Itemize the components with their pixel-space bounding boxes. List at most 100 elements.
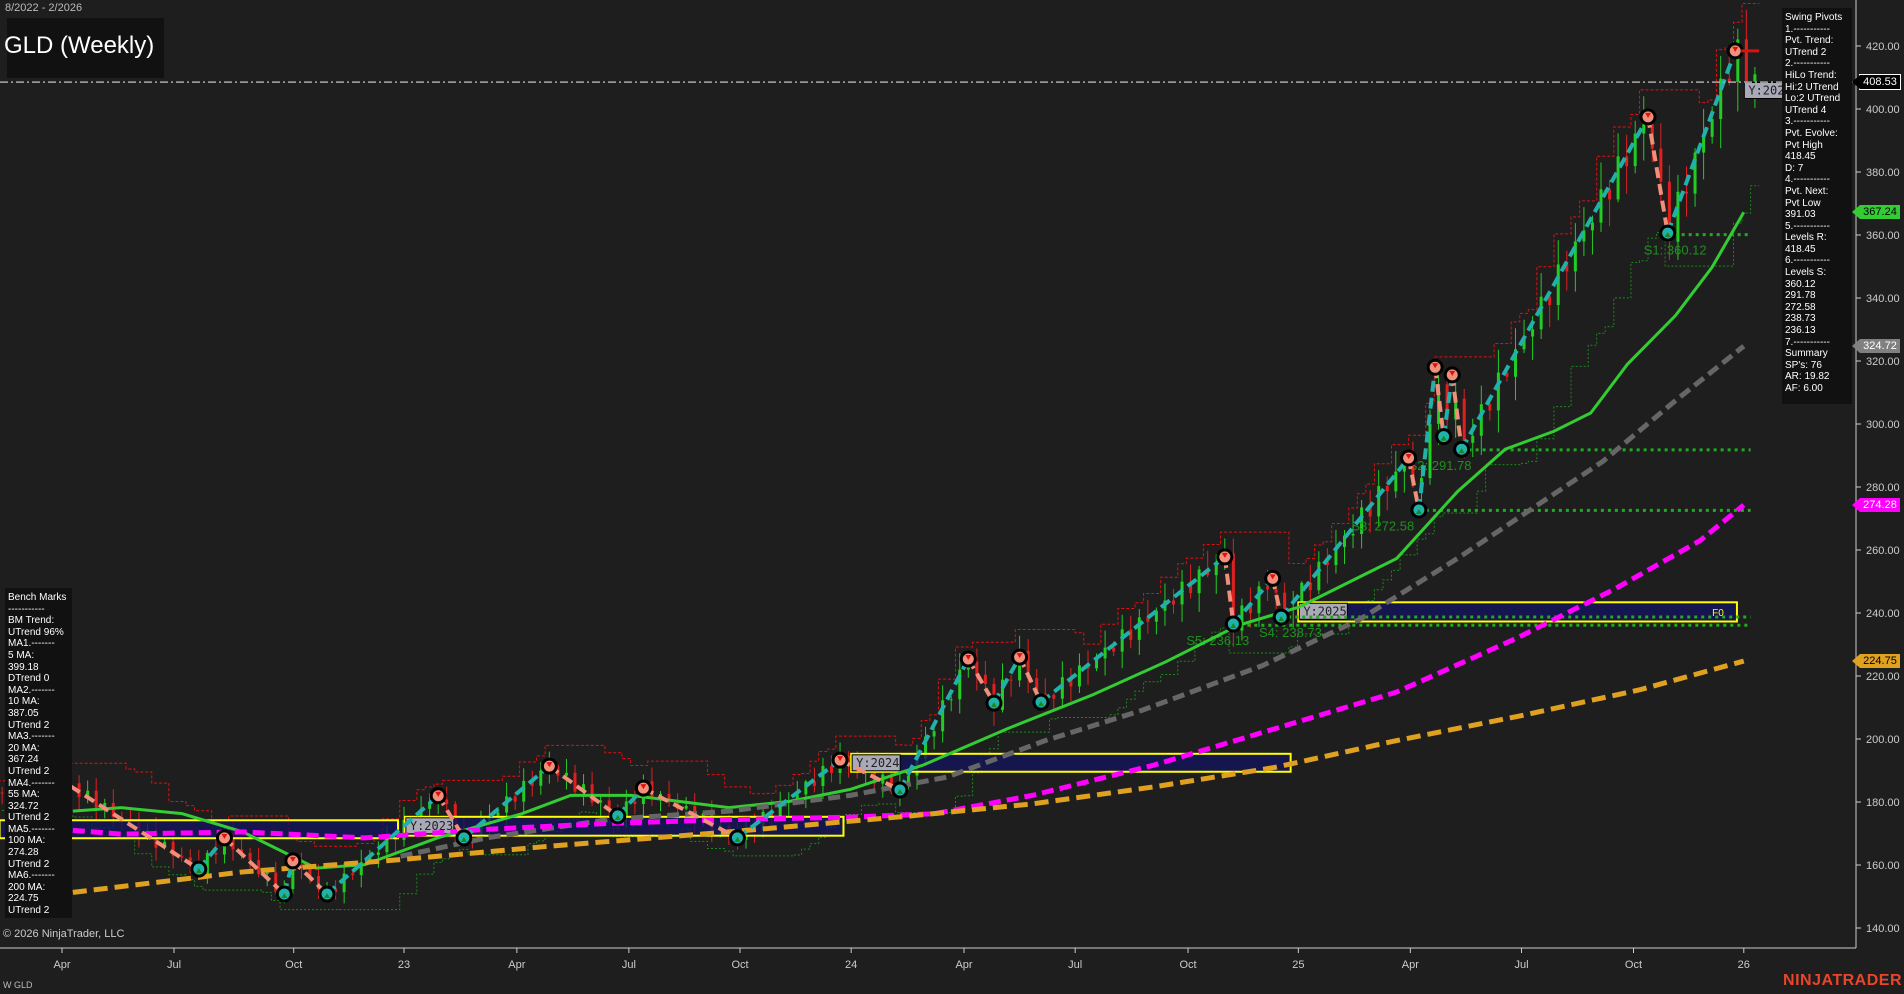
price-tick-label: 140.00 <box>1866 923 1900 935</box>
candle-body <box>1573 241 1577 272</box>
candle-body <box>265 872 269 874</box>
time-tick-label: Apr <box>508 959 525 971</box>
price-chart[interactable]: Y:2023Y:2024Y:2025Y:2026F0S1: 360.12S2: … <box>0 0 1904 994</box>
candle-body <box>248 852 252 861</box>
swing-down-leg <box>548 764 619 818</box>
panel-line: Pvt Low <box>1785 197 1821 209</box>
year-label: Y:2023 <box>410 819 453 833</box>
panel-line: UTrend 4 <box>1785 104 1827 116</box>
candle-body <box>1753 74 1757 82</box>
panel-line: 399.18 <box>8 661 39 673</box>
panel-line: 100 MA: <box>8 835 46 847</box>
panel-line: 6.----------- <box>1785 255 1830 267</box>
price-tick-label: 240.00 <box>1866 608 1900 620</box>
candle-body <box>1471 435 1475 443</box>
panel-line: 418.45 <box>1785 243 1816 255</box>
price-tag: 224.75 <box>1852 654 1900 669</box>
candle-body <box>1385 485 1389 492</box>
candle-body <box>522 780 526 802</box>
candle-body <box>1377 485 1381 517</box>
candle-body <box>1137 617 1141 640</box>
price-tick-label: 420.00 <box>1866 41 1900 53</box>
panel-line: 55 MA: <box>8 789 40 801</box>
time-tick-label: Apr <box>955 959 972 971</box>
candle-body <box>1744 39 1748 82</box>
time-tick-label: Jul <box>1068 959 1082 971</box>
candle-body <box>1052 694 1056 699</box>
swing-up-leg <box>1416 367 1438 511</box>
candle-body <box>539 770 543 786</box>
time-tick-label: Oct <box>1625 959 1642 971</box>
panel-line: UTrend 2 <box>8 765 50 777</box>
time-tick-label: Apr <box>1402 959 1419 971</box>
candle-body <box>1488 404 1492 411</box>
candle-body <box>180 855 184 858</box>
candle-body <box>983 674 987 684</box>
panel-line: Summary <box>1785 348 1828 360</box>
panel-line: 291.78 <box>1785 290 1816 302</box>
candle-body <box>376 852 380 856</box>
candle-body <box>94 790 98 810</box>
candle-body <box>1462 398 1466 443</box>
swing-down-leg <box>1646 116 1670 234</box>
panel-line: Levels S: <box>1785 267 1827 279</box>
candle-body <box>830 765 833 774</box>
year-label: Y:2024 <box>856 756 899 770</box>
time-tick-label: Jul <box>1514 959 1528 971</box>
panel-line: SP's: 76 <box>1785 359 1822 371</box>
panel-line: Pvt. Next: <box>1785 185 1829 197</box>
candle-body <box>1120 629 1124 652</box>
panel-line: 387.05 <box>8 707 39 719</box>
panel-line: 238.73 <box>1785 313 1816 325</box>
candle-body <box>1103 647 1107 659</box>
bench-marks-panel: Bench Marks ----------- BM Trend: UTrend 96… <box>5 588 72 918</box>
panel-line: UTrend 2 <box>1785 46 1827 58</box>
candle-body <box>1266 586 1270 590</box>
time-tick-label: 26 <box>1738 959 1750 971</box>
candle-body <box>1590 222 1594 231</box>
panel-line: DTrend 0 <box>8 673 50 685</box>
candle-body <box>564 772 568 776</box>
panel-line: Pvt High <box>1785 139 1823 151</box>
panel-line: MA4.------- <box>8 777 55 789</box>
candle-body <box>1496 372 1500 411</box>
panel-line: MA1.------- <box>8 638 55 650</box>
price-tick-label: 360.00 <box>1866 230 1900 242</box>
panel-line: 5 MA: <box>8 649 35 661</box>
price-tick-label: 260.00 <box>1866 545 1900 557</box>
panel-line: 391.03 <box>1785 209 1816 221</box>
candle-body <box>351 873 355 876</box>
swing-down-leg <box>1450 374 1464 450</box>
price-tick-label: 160.00 <box>1866 860 1900 872</box>
candle-body <box>573 772 577 792</box>
price-tick-label: 340.00 <box>1866 293 1900 305</box>
copyright: © 2026 NinjaTrader, LLC <box>3 928 125 940</box>
price-tick-label: 300.00 <box>1866 419 1900 431</box>
price-tag: 324.72 <box>1852 339 1900 354</box>
candle-body <box>1197 569 1201 594</box>
candle-body <box>932 731 936 737</box>
candle-body <box>1351 533 1355 536</box>
panel-line: 274.28 <box>8 847 39 859</box>
panel-line: 418.45 <box>1785 151 1816 163</box>
time-tick-label: Oct <box>731 959 748 971</box>
candle-body <box>975 661 979 675</box>
candle-body <box>1172 600 1175 605</box>
price-tag: 367.24 <box>1852 205 1900 220</box>
candle-body <box>1129 629 1133 640</box>
candle-body <box>1616 156 1620 200</box>
time-tick-label: 25 <box>1292 959 1304 971</box>
panel-line: MA2.------- <box>8 684 55 696</box>
panel-line: 2.----------- <box>1785 58 1830 70</box>
panel-line: 236.13 <box>1785 325 1816 337</box>
time-tick-label: Jul <box>167 959 181 971</box>
time-tick-label: 23 <box>398 959 410 971</box>
panel-line: UTrend 2 <box>8 905 50 917</box>
panel-line: HiLo Trend: <box>1785 69 1837 81</box>
panel-line: Bench Marks <box>8 592 67 603</box>
price-tick-label: 200.00 <box>1866 734 1900 746</box>
candle-body <box>1394 471 1398 492</box>
panel-line: 272.58 <box>1785 301 1816 313</box>
price-tick-label: 180.00 <box>1866 797 1900 809</box>
candle-body <box>1283 592 1287 611</box>
